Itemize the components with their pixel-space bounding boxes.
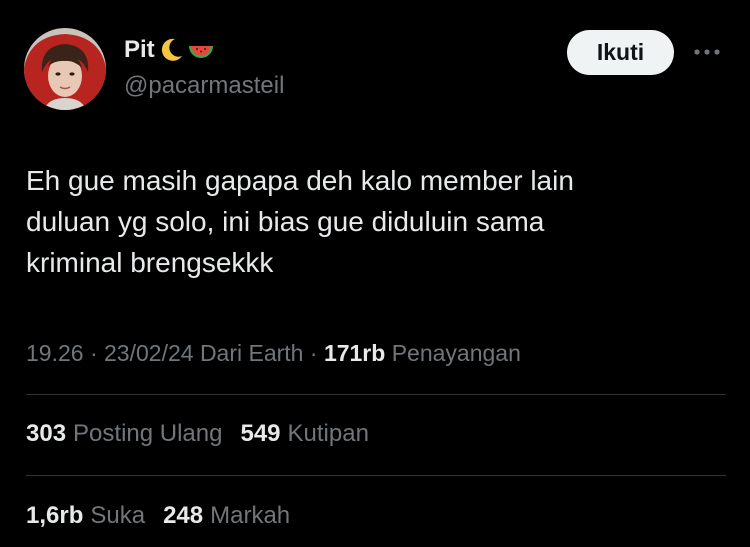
user-name-row[interactable]: Pit <box>124 36 215 64</box>
meta-separator: · <box>309 340 318 366</box>
like-bookmark-stats: 1,6rb Suka 248 Markah <box>26 502 290 530</box>
repost-quote-stats: 303 Posting Ulang 549 Kutipan <box>26 420 369 448</box>
follow-button[interactable]: Ikuti <box>567 30 674 75</box>
crescent-moon-icon <box>157 36 185 64</box>
reposts-count: 303 <box>26 420 67 447</box>
likes-label: Suka <box>90 502 146 529</box>
display-name[interactable]: Pit <box>124 36 155 64</box>
bookmarks-stat[interactable]: 248 Markah <box>163 502 290 530</box>
divider <box>26 475 726 476</box>
tweet-text: Eh gue masih gapapa deh kalo member lain… <box>26 165 574 278</box>
user-handle[interactable]: @pacarmasteil <box>124 72 284 100</box>
quotes-count: 549 <box>240 420 281 447</box>
tweet-time[interactable]: 19.26 <box>26 340 84 366</box>
tweet-meta: 19.26 · 23/02/24 Dari Earth · 171rb Pena… <box>26 340 521 367</box>
likes-stat[interactable]: 1,6rb Suka <box>26 502 145 530</box>
views-count: 171rb <box>323 340 386 366</box>
views-label: Penayangan <box>391 340 521 366</box>
bookmarks-count: 248 <box>163 502 204 529</box>
likes-count: 1,6rb <box>26 502 84 529</box>
quotes-stat[interactable]: 549 Kutipan <box>240 420 368 448</box>
avatar[interactable] <box>24 28 106 110</box>
reposts-label: Posting Ulang <box>73 420 223 447</box>
more-options-icon[interactable] <box>690 40 724 64</box>
divider <box>26 394 726 395</box>
bookmarks-label: Markah <box>210 502 291 529</box>
watermelon-icon <box>187 36 215 64</box>
quotes-label: Kutipan <box>287 420 369 447</box>
reposts-stat[interactable]: 303 Posting Ulang <box>26 420 222 448</box>
tweet-source: Dari Earth <box>199 340 304 366</box>
meta-separator: · <box>89 340 98 366</box>
tweet-date[interactable]: 23/02/24 <box>104 340 194 366</box>
